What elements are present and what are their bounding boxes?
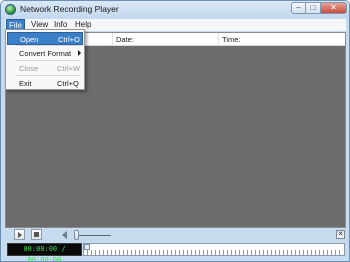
file-menu-dropdown: Open Ctrl+O Convert Format Close Ctrl+W … xyxy=(5,29,85,90)
seek-handle[interactable] xyxy=(84,244,90,250)
maximize-button[interactable]: □ xyxy=(306,2,321,14)
column-time[interactable]: Time: xyxy=(218,33,345,46)
menu-item-close-label: Close xyxy=(19,64,39,73)
seek-bar[interactable] xyxy=(83,243,345,256)
title-bar[interactable]: Network Recording Player – □ ✕ xyxy=(1,1,349,19)
menu-item-exit-shortcut: Ctrl+Q xyxy=(57,79,79,88)
seek-ticks xyxy=(87,250,341,255)
play-icon xyxy=(18,232,22,238)
status-bar: 00:00:00 / 00:00:00 xyxy=(5,241,346,261)
menu-item-close[interactable]: Close Ctrl+W xyxy=(7,62,83,75)
menu-item-convert-label: Convert Format xyxy=(19,49,72,58)
menu-separator xyxy=(16,75,81,76)
volume-slider[interactable] xyxy=(75,235,111,236)
menu-separator xyxy=(16,45,81,46)
volume-slider-handle[interactable] xyxy=(74,230,79,240)
menu-item-close-shortcut: Ctrl+W xyxy=(57,64,81,73)
close-icon[interactable]: ✕ xyxy=(336,230,345,239)
column-date[interactable]: Date: xyxy=(112,33,218,46)
menu-item-exit[interactable]: Exit Ctrl+Q xyxy=(7,77,83,90)
window-title: Network Recording Player xyxy=(20,4,119,14)
close-window-button[interactable]: ✕ xyxy=(321,2,347,14)
menu-separator xyxy=(16,60,81,61)
app-icon xyxy=(5,4,16,15)
volume-icon[interactable] xyxy=(62,231,67,239)
time-display: 00:00:00 / 00:00:00 xyxy=(7,243,82,261)
minimize-button[interactable]: – xyxy=(291,2,306,14)
menu-item-exit-label: Exit xyxy=(19,79,32,88)
menu-item-open[interactable]: Open Ctrl+O xyxy=(7,32,83,45)
stop-button[interactable] xyxy=(31,229,42,240)
playback-controls: ✕ xyxy=(5,228,346,241)
play-button[interactable] xyxy=(14,229,25,240)
stop-icon xyxy=(34,232,39,237)
menu-item-convert-format[interactable]: Convert Format xyxy=(7,47,83,60)
submenu-arrow-icon xyxy=(78,50,81,56)
